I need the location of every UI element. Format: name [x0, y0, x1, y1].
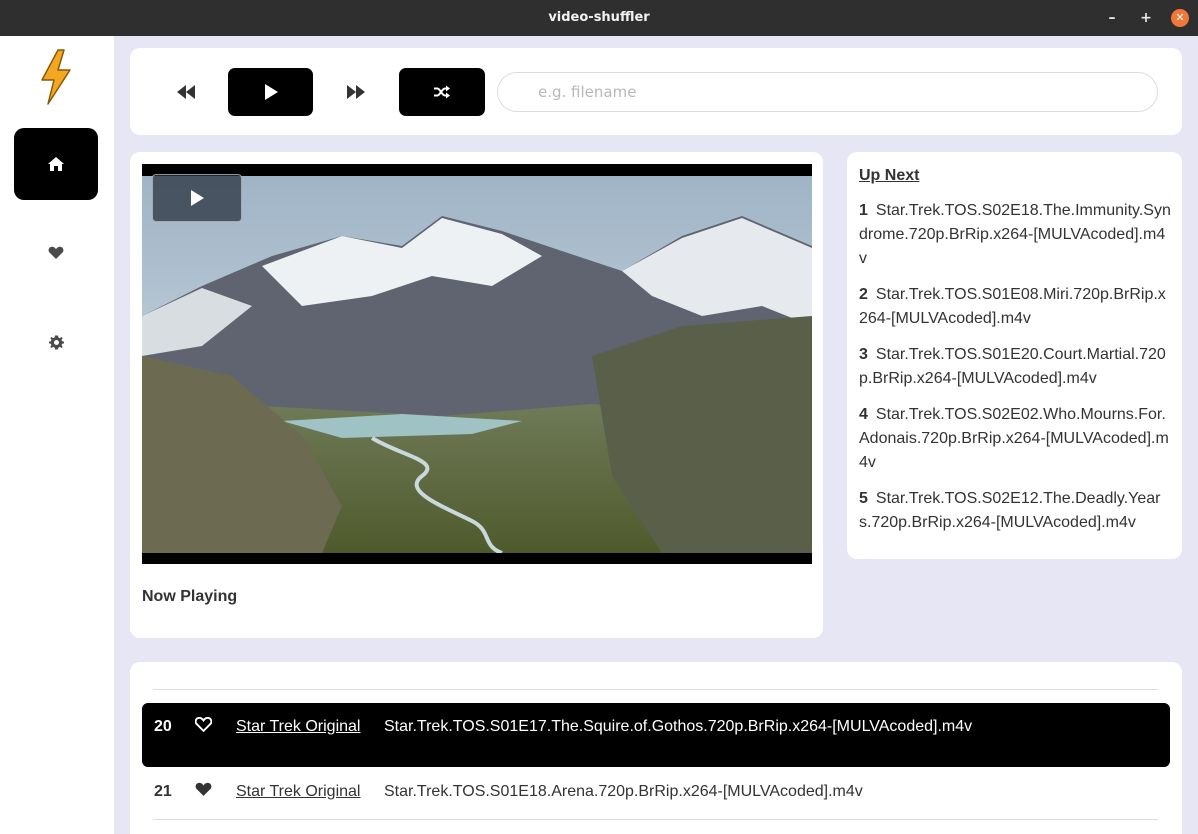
previous-button[interactable]	[170, 68, 202, 116]
show-link[interactable]: Star Trek Original	[236, 783, 360, 801]
video-frame-mountain-landscape	[142, 176, 812, 553]
table-divider	[153, 819, 1158, 820]
search-input[interactable]	[497, 72, 1158, 112]
up-next-list: 1 Star.Trek.TOS.S02E18.The.Immunity.Syndr…	[859, 199, 1171, 547]
table-divider	[153, 689, 1158, 690]
now-playing-label: Now Playing	[142, 588, 238, 605]
minimize-button[interactable]: –	[1103, 9, 1121, 27]
up-next-title[interactable]: Up Next	[859, 167, 919, 185]
fast-forward-icon	[347, 85, 365, 99]
sidebar-item-settings[interactable]	[14, 306, 98, 378]
queue-filename: Star.Trek.TOS.S02E02.Who.Mourns.For.Adon…	[859, 406, 1169, 471]
home-icon	[48, 157, 64, 171]
list-item[interactable]: 3 Star.Trek.TOS.S01E20.Court.Martial.720p…	[859, 343, 1171, 391]
play-button[interactable]	[228, 68, 313, 116]
queue-number: 1	[859, 202, 868, 219]
queue-number: 2	[859, 286, 868, 303]
queue-filename: Star.Trek.TOS.S01E20.Court.Martial.720p.…	[859, 346, 1166, 387]
table-row[interactable]: 20 Star Trek Original Star.Trek.TOS.S01E…	[142, 703, 1170, 767]
favorite-toggle[interactable]	[194, 716, 213, 737]
maximize-button[interactable]: +	[1137, 9, 1155, 27]
list-item[interactable]: 4 Star.Trek.TOS.S02E02.Who.Mourns.For.Ado…	[859, 403, 1171, 475]
lightning-bolt-logo	[41, 49, 71, 105]
player-panel: Now Playing	[130, 152, 823, 638]
queue-filename: Star.Trek.TOS.S02E18.The.Immunity.Syndro…	[859, 202, 1171, 267]
row-filename: Star.Trek.TOS.S01E18.Arena.720p.BrRip.x2…	[384, 783, 863, 800]
row-index: 21	[154, 783, 172, 800]
up-next-panel: Up Next 1 Star.Trek.TOS.S02E18.The.Immuni…	[847, 152, 1182, 559]
queue-number: 4	[859, 406, 868, 423]
heart-icon	[194, 716, 213, 733]
video-player[interactable]	[142, 164, 812, 564]
shuffle-button[interactable]	[399, 68, 485, 116]
row-index: 20	[154, 718, 172, 735]
queue-filename: Star.Trek.TOS.S01E08.Miri.720p.BrRip.x26…	[859, 286, 1166, 327]
sidebar	[0, 36, 114, 834]
row-filename: Star.Trek.TOS.S01E17.The.Squire.of.Gotho…	[384, 718, 973, 735]
rewind-icon	[177, 85, 195, 99]
title-bar: video-shuffler – + ✕	[0, 0, 1198, 36]
video-play-button[interactable]	[152, 174, 242, 222]
play-icon	[191, 190, 204, 206]
library-table: 20 Star Trek Original Star.Trek.TOS.S01E…	[130, 662, 1182, 834]
play-icon	[264, 84, 278, 100]
sidebar-item-favorites[interactable]	[14, 217, 98, 289]
queue-filename: Star.Trek.TOS.S02E12.The.Deadly.Years.72…	[859, 490, 1161, 531]
window-title: video-shuffler	[548, 10, 650, 25]
table-row[interactable]: 21 Star Trek Original Star.Trek.TOS.S01E…	[142, 768, 1170, 832]
show-link[interactable]: Star Trek Original	[236, 718, 360, 736]
playback-controls	[130, 48, 1182, 135]
sidebar-item-home[interactable]	[14, 128, 98, 200]
queue-number: 3	[859, 346, 868, 363]
heart-icon	[48, 246, 64, 259]
favorite-toggle[interactable]	[195, 782, 212, 802]
heart-icon	[195, 782, 212, 796]
next-button[interactable]	[340, 68, 372, 116]
list-item[interactable]: 2 Star.Trek.TOS.S01E08.Miri.720p.BrRip.x2…	[859, 283, 1171, 331]
gear-icon	[48, 334, 64, 350]
queue-number: 5	[859, 490, 868, 507]
shuffle-icon	[434, 85, 450, 99]
close-button[interactable]: ✕	[1171, 9, 1189, 27]
list-item[interactable]: 5 Star.Trek.TOS.S02E12.The.Deadly.Years.7…	[859, 487, 1171, 535]
list-item[interactable]: 1 Star.Trek.TOS.S02E18.The.Immunity.Syndr…	[859, 199, 1171, 271]
